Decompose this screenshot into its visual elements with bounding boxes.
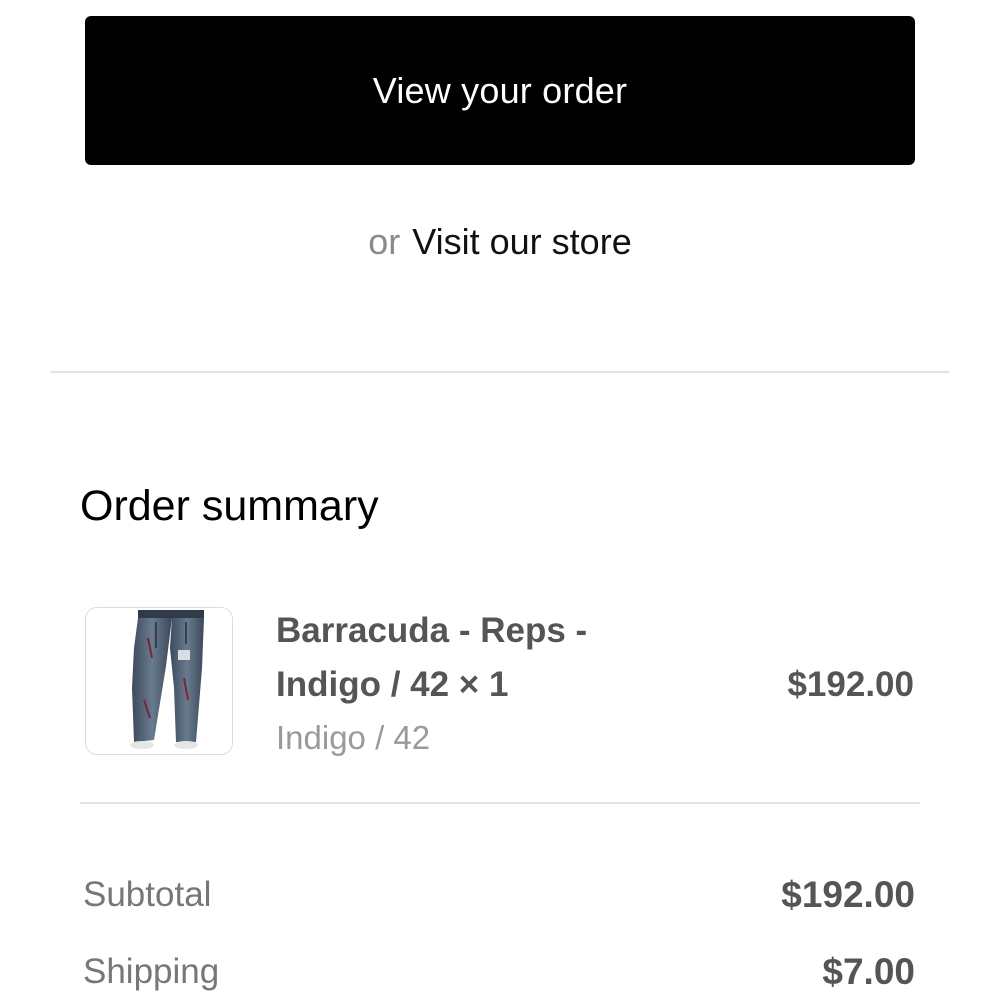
subtotal-label: Subtotal (83, 875, 212, 914)
subtotal-row: Subtotal $192.00 (83, 869, 915, 921)
shipping-value: $7.00 (822, 951, 915, 992)
view-order-button[interactable]: View your order (85, 16, 915, 165)
visit-store-row: or Visit our store (0, 218, 1000, 266)
visit-store-link[interactable]: Visit our store (412, 221, 631, 262)
product-price: $192.00 (787, 665, 914, 704)
section-divider (50, 371, 949, 373)
shipping-row: Shipping $7.00 (83, 946, 915, 998)
product-variant: Indigo / 42 (276, 719, 431, 756)
shipping-label: Shipping (83, 952, 220, 991)
items-divider (80, 802, 920, 804)
view-order-label: View your order (372, 69, 628, 111)
order-summary-title: Order summary (80, 482, 379, 530)
subtotal-value: $192.00 (781, 874, 915, 915)
or-text: or (368, 221, 401, 262)
product-thumbnail (85, 607, 233, 755)
product-name: Barracuda - Reps - Indigo / 42 × 1 (276, 611, 588, 704)
jeans-icon (130, 610, 204, 749)
